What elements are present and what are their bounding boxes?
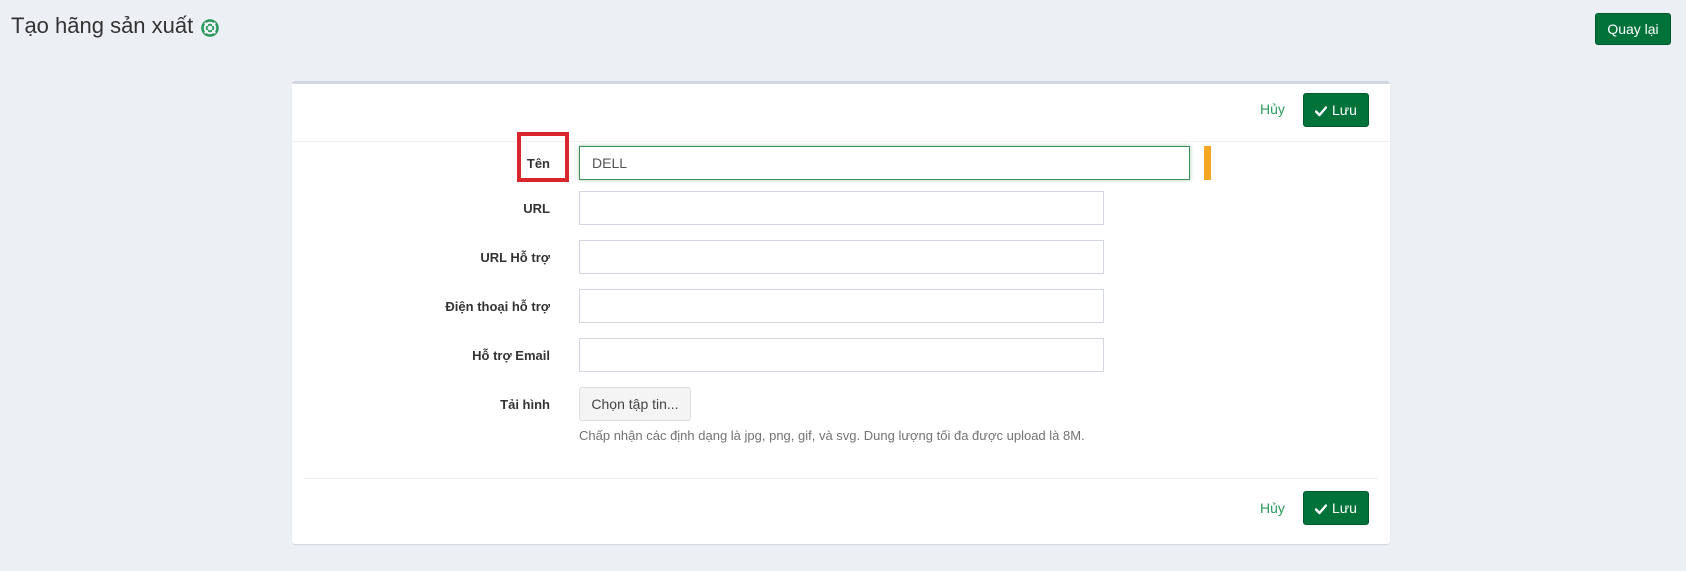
form-row-image: Tải hình Chọn tập tin... Chấp nhận các đ… <box>292 387 1390 443</box>
panel-header: Hủy Lưu <box>292 84 1390 142</box>
name-input[interactable] <box>579 146 1190 180</box>
page-title-text: Tạo hãng sản xuất <box>11 13 194 38</box>
url-label: URL <box>523 200 550 216</box>
support-email-label: Hỗ trợ Email <box>472 347 550 363</box>
support-email-input[interactable] <box>579 338 1104 372</box>
support-phone-input[interactable] <box>579 289 1104 323</box>
save-button-label: Lưu <box>1332 500 1357 516</box>
required-indicator <box>1204 146 1211 180</box>
save-button-bottom[interactable]: Lưu <box>1303 491 1369 525</box>
form-row-url: URL <box>292 191 1390 225</box>
check-icon <box>1314 502 1328 515</box>
form-row-name: Tên <box>292 132 1390 182</box>
form-panel: Hủy Lưu Tên URL URL Hỗ trợ Điện thoại hỗ… <box>292 81 1390 544</box>
back-button[interactable]: Quay lại <box>1595 13 1671 45</box>
url-input[interactable] <box>579 191 1104 225</box>
check-icon <box>1314 104 1328 117</box>
support-phone-label: Điện thoại hỗ trợ <box>445 298 550 314</box>
panel-footer: Hủy Lưu <box>304 478 1378 544</box>
upload-help-text: Chấp nhận các định dạng là jpg, png, gif… <box>579 428 1085 443</box>
save-button-top[interactable]: Lưu <box>1303 93 1369 127</box>
form-row-support-url: URL Hỗ trợ <box>292 240 1390 274</box>
support-url-label: URL Hỗ trợ <box>480 249 550 265</box>
cancel-link-top[interactable]: Hủy <box>1260 101 1285 117</box>
cancel-link-bottom[interactable]: Hủy <box>1260 500 1285 516</box>
image-label: Tải hình <box>500 396 550 412</box>
name-label: Tên <box>526 155 550 171</box>
lifebuoy-help-icon[interactable] <box>201 17 220 37</box>
form-row-support-phone: Điện thoại hỗ trợ <box>292 289 1390 323</box>
support-url-input[interactable] <box>579 240 1104 274</box>
save-button-label: Lưu <box>1332 102 1357 118</box>
page-title: Tạo hãng sản xuất <box>11 13 220 39</box>
form-row-support-email: Hỗ trợ Email <box>292 338 1390 372</box>
choose-file-button[interactable]: Chọn tập tin... <box>579 387 691 421</box>
